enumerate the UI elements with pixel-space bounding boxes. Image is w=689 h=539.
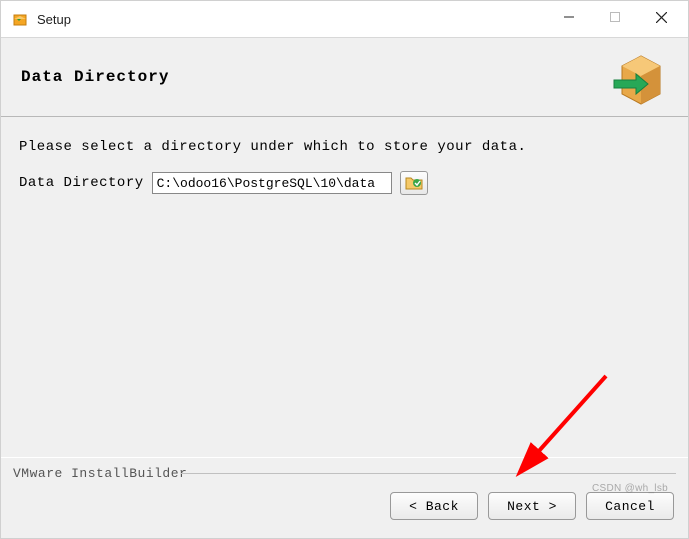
cancel-button[interactable]: Cancel [586, 492, 674, 520]
button-row: < Back Next > Cancel [390, 492, 674, 520]
data-directory-row: Data Directory [19, 171, 670, 195]
data-directory-input[interactable] [152, 172, 392, 194]
app-icon [11, 10, 29, 28]
window-title: Setup [37, 12, 546, 27]
maximize-button[interactable] [592, 1, 638, 33]
back-button[interactable]: < Back [390, 492, 478, 520]
browse-button[interactable] [400, 171, 428, 195]
wizard-content: Please select a directory under which to… [1, 117, 688, 457]
close-button[interactable] [638, 1, 684, 33]
window-controls [546, 1, 684, 37]
titlebar: Setup [1, 1, 688, 37]
watermark: CSDN @wh_lsb [592, 483, 668, 494]
minimize-button[interactable] [546, 1, 592, 33]
setup-window: Setup Data Directory Please select a di [0, 0, 689, 539]
wizard-header: Data Directory [1, 37, 688, 117]
footer-divider [181, 473, 676, 474]
box-icon [612, 50, 670, 111]
footer-brand-wrap: VMware InstallBuilder [9, 466, 191, 481]
data-directory-label: Data Directory [19, 175, 144, 191]
next-button[interactable]: Next > [488, 492, 576, 520]
wizard-footer: VMware InstallBuilder < Back Next > Canc… [1, 458, 688, 538]
page-title: Data Directory [21, 68, 169, 86]
instruction-text: Please select a directory under which to… [19, 139, 670, 155]
footer-brand: VMware InstallBuilder [9, 466, 191, 481]
